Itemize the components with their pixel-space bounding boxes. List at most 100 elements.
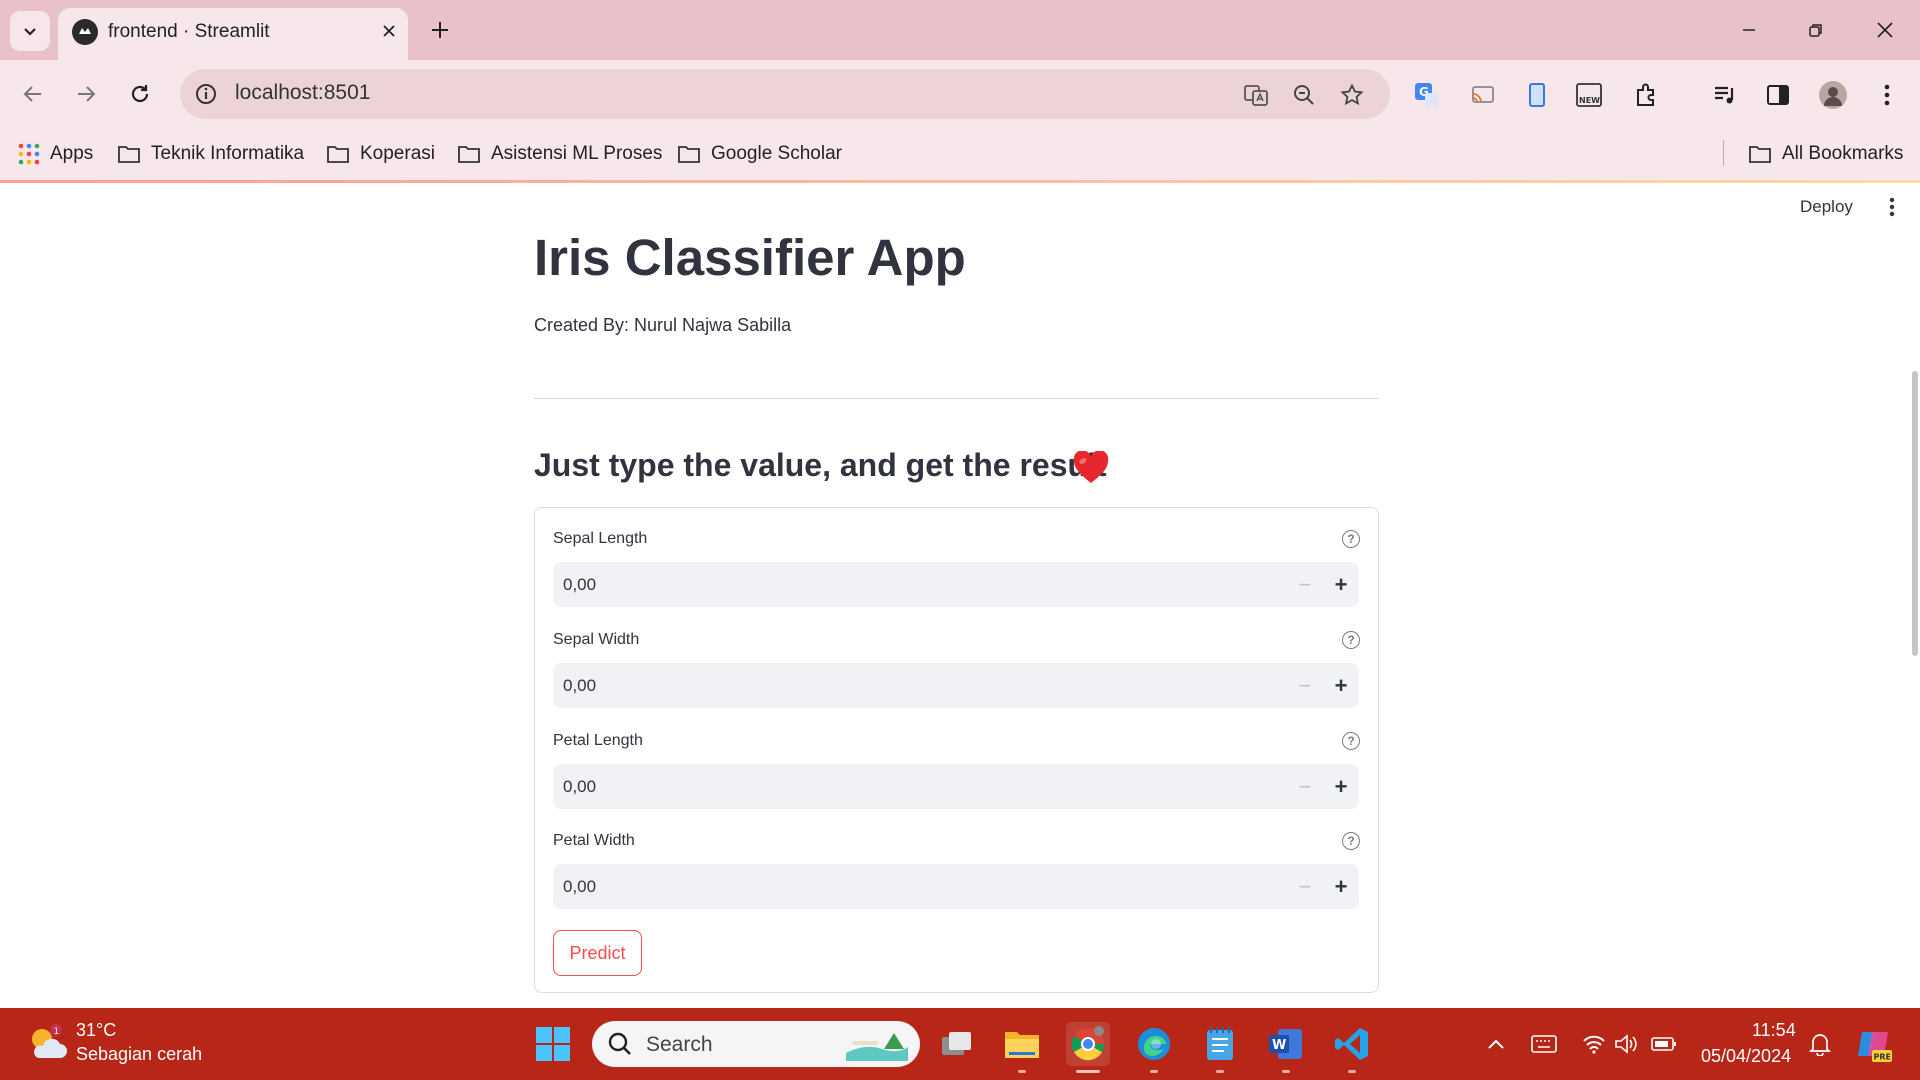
apps-grid-icon	[18, 143, 40, 165]
phone-extension-icon[interactable]	[1520, 78, 1554, 112]
vscode-icon[interactable]	[1330, 1022, 1374, 1066]
browser-tab[interactable]: frontend · Streamlit	[58, 8, 408, 60]
help-icon[interactable]: ?	[1342, 631, 1360, 649]
sepal-length-label: Sepal Length	[553, 530, 648, 547]
clock-date[interactable]: 05/04/2024	[1701, 1046, 1791, 1067]
address-bar[interactable]: localhost:8501	[180, 69, 1390, 119]
bookmark-label: Koperasi	[360, 143, 435, 164]
reload-button[interactable]	[120, 74, 160, 114]
bookmark-apps[interactable]: Apps	[18, 140, 93, 168]
running-indicator	[1216, 1070, 1224, 1073]
plus-icon	[432, 22, 448, 38]
google-translate-extension-icon[interactable]: G	[1410, 78, 1444, 112]
profile-avatar[interactable]	[1816, 78, 1850, 112]
copilot-badge: PRE	[1874, 1053, 1892, 1062]
petal-width-label: Petal Width	[553, 832, 635, 849]
chrome-icon[interactable]	[1066, 1022, 1110, 1066]
main-menu-button[interactable]	[1880, 195, 1904, 219]
search-label: Search	[646, 1033, 713, 1056]
svg-text:NEW: NEW	[1579, 96, 1600, 105]
battery-icon[interactable]	[1650, 1030, 1678, 1058]
increment-button[interactable]: +	[1323, 562, 1359, 607]
all-bookmarks[interactable]: All Bookmarks	[1748, 140, 1903, 168]
running-indicator	[1348, 1070, 1356, 1073]
translate-icon[interactable]	[1240, 79, 1272, 111]
bookmark-label: Google Scholar	[711, 143, 842, 164]
sepal-width-field[interactable]	[563, 663, 1163, 708]
media-control-icon[interactable]	[1708, 78, 1742, 112]
weather-description: Sebagian cerah	[76, 1044, 203, 1064]
notification-bell-icon[interactable]	[1806, 1030, 1834, 1058]
bookmark-koperasi[interactable]: Koperasi	[326, 140, 435, 168]
word-icon[interactable]: W	[1264, 1022, 1308, 1066]
increment-button[interactable]: +	[1323, 663, 1359, 708]
petal-width-field[interactable]	[563, 864, 1163, 909]
forward-button[interactable]	[66, 74, 106, 114]
reload-icon	[131, 85, 149, 103]
arrow-left-icon	[23, 86, 41, 102]
page-scrollbar[interactable]	[1912, 371, 1918, 656]
new-extension-icon[interactable]: NEW	[1572, 78, 1606, 112]
deploy-button[interactable]: Deploy	[1800, 197, 1853, 217]
bookmark-google-scholar[interactable]: Google Scholar	[677, 140, 842, 168]
form-subheader: Just type the value, and get the result	[534, 447, 1107, 483]
bookmark-star-icon[interactable]	[1336, 79, 1368, 111]
keyboard-icon[interactable]	[1530, 1030, 1558, 1058]
clock-time[interactable]: 11:54	[1752, 1020, 1796, 1041]
petal-length-field[interactable]	[563, 764, 1163, 809]
taskbar-search[interactable]: Search	[592, 1021, 920, 1067]
running-indicator	[1282, 1070, 1290, 1073]
tab-search-button[interactable]	[10, 11, 50, 51]
petal-length-input[interactable]: − +	[553, 764, 1359, 809]
extensions-puzzle-icon[interactable]	[1629, 78, 1663, 112]
svg-text:W: W	[1272, 1038, 1286, 1053]
tab-close-icon[interactable]	[374, 16, 404, 46]
decrement-button[interactable]: −	[1287, 562, 1323, 607]
decrement-button[interactable]: −	[1287, 864, 1323, 909]
taskbar: 1 31°C Sebagian cerah Search W 11:54 05/…	[0, 1008, 1920, 1080]
show-hidden-icons[interactable]	[1482, 1030, 1510, 1058]
partly-sunny-icon: 1	[32, 1024, 67, 1058]
task-view-icon[interactable]	[934, 1022, 978, 1066]
folder-icon	[118, 146, 140, 163]
cast-extension-icon[interactable]	[1466, 78, 1500, 112]
divider	[534, 398, 1379, 399]
tab-title: frontend · Streamlit	[108, 21, 270, 42]
help-icon[interactable]: ?	[1342, 732, 1360, 750]
minimize-button[interactable]	[1724, 10, 1774, 50]
sepal-length-input[interactable]: − +	[553, 562, 1359, 607]
bookmark-teknik-informatika[interactable]: Teknik Informatika	[117, 140, 304, 168]
copilot-icon[interactable]: PRE	[1854, 1024, 1894, 1064]
arrow-right-icon	[78, 86, 96, 102]
bookmark-label: Apps	[50, 143, 94, 164]
wifi-icon[interactable]	[1580, 1030, 1608, 1058]
help-icon[interactable]: ?	[1342, 530, 1360, 548]
sepal-width-input[interactable]: − +	[553, 663, 1359, 708]
sepal-length-field[interactable]	[563, 562, 1163, 607]
bookmark-asistensi-ml-proses[interactable]: Asistensi ML Proses	[457, 140, 662, 168]
weather-temperature: 31°C	[76, 1020, 117, 1040]
increment-button[interactable]: +	[1323, 764, 1359, 809]
volume-icon[interactable]	[1612, 1030, 1640, 1058]
restore-button[interactable]	[1791, 10, 1841, 50]
petal-width-input[interactable]: − +	[553, 864, 1359, 909]
site-info-icon[interactable]	[194, 82, 218, 106]
decrement-button[interactable]: −	[1287, 764, 1323, 809]
running-indicator	[1150, 1070, 1158, 1073]
file-explorer-icon[interactable]	[1000, 1022, 1044, 1066]
side-panel-icon[interactable]	[1761, 78, 1795, 112]
predict-button[interactable]: Predict	[553, 930, 642, 976]
help-icon[interactable]: ?	[1342, 832, 1360, 850]
close-window-button[interactable]	[1860, 10, 1910, 50]
edge-icon[interactable]	[1132, 1022, 1176, 1066]
url-text: localhost:8501	[235, 81, 371, 104]
zoom-icon[interactable]	[1288, 79, 1320, 111]
increment-button[interactable]: +	[1323, 864, 1359, 909]
notepad-icon[interactable]	[1198, 1022, 1242, 1066]
decrement-button[interactable]: −	[1287, 663, 1323, 708]
browser-menu-icon[interactable]	[1870, 78, 1904, 112]
new-tab-button[interactable]	[422, 12, 458, 48]
tab-strip: frontend · Streamlit	[0, 0, 1920, 60]
back-button[interactable]	[13, 74, 53, 114]
windows-start-icon[interactable]	[535, 1026, 571, 1062]
